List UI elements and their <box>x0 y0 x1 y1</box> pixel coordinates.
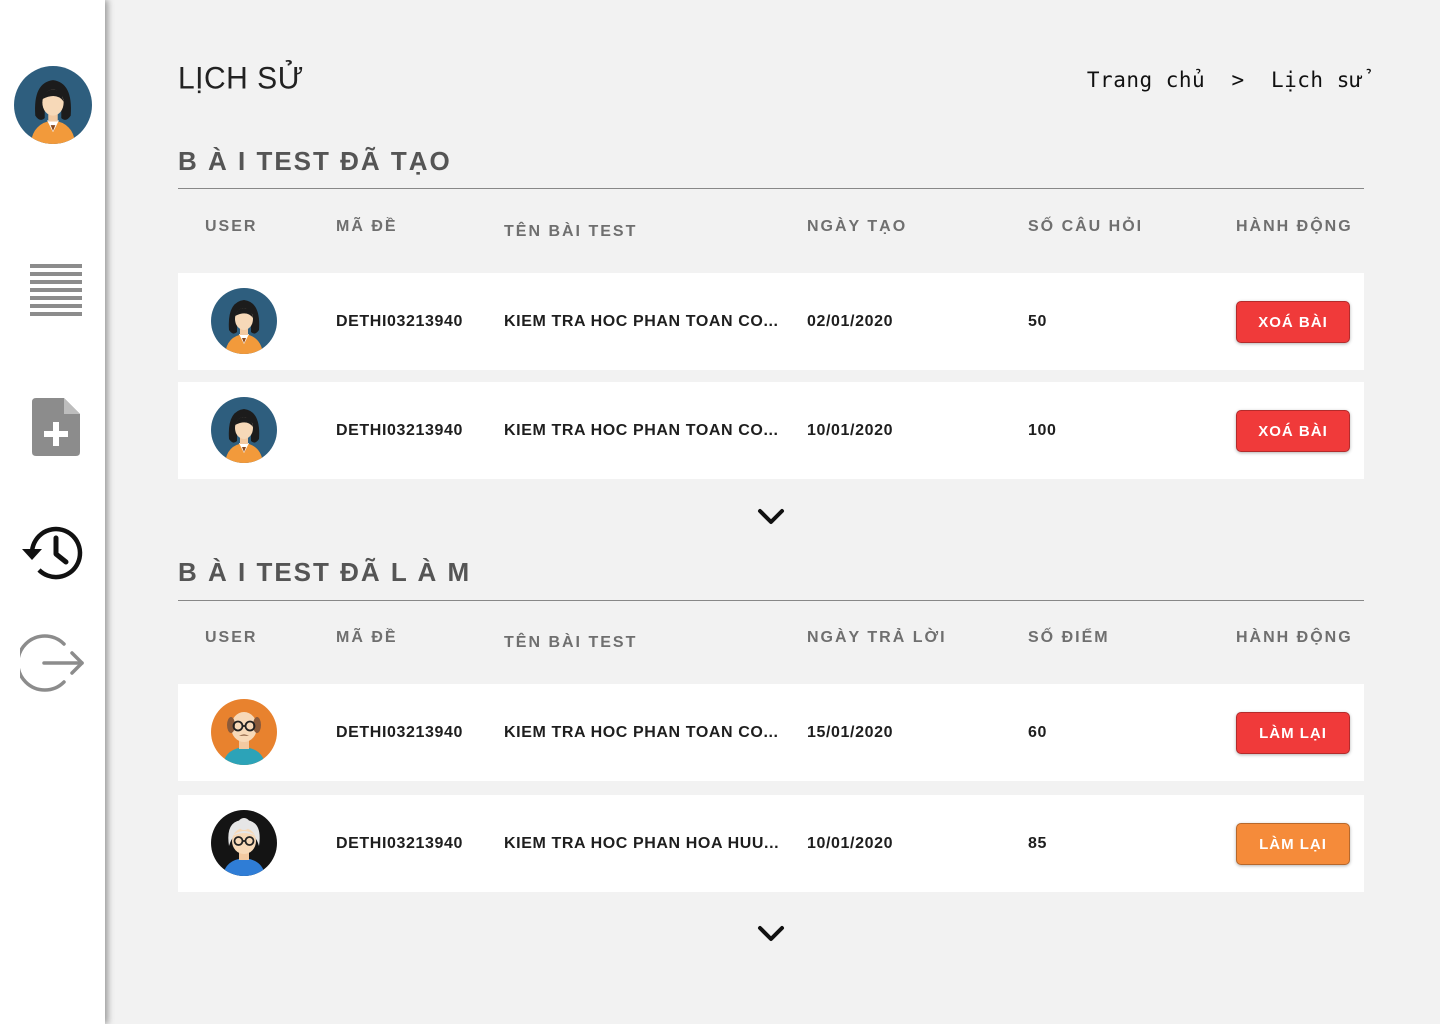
table-row: DETHI03213940 KIEM TRA HOC PHAN TOAN CO.… <box>178 684 1364 781</box>
section-divider <box>178 188 1364 189</box>
column-header-name: TÊN BÀI TEST <box>504 634 638 651</box>
test-code: DETHI03213940 <box>336 724 463 741</box>
answer-date: 10/01/2020 <box>807 835 894 852</box>
retake-test-button[interactable]: LÀM LẠI <box>1236 712 1350 754</box>
column-header-answer-date: NGÀY TRẢ LỜI <box>807 629 947 646</box>
created-tests-title: B À I TEST ĐÃ TẠO <box>178 146 452 176</box>
created-date: 02/01/2020 <box>807 313 894 330</box>
answer-date: 15/01/2020 <box>807 724 894 741</box>
test-code: DETHI03213940 <box>336 422 463 439</box>
test-code: DETHI03213940 <box>336 313 463 330</box>
test-name: KIEM TRA HOC PHAN TOAN CO... <box>504 313 779 330</box>
score: 85 <box>1028 835 1047 852</box>
column-header-code: MÃ ĐỀ <box>336 629 398 646</box>
logout-icon[interactable] <box>20 632 86 694</box>
user-avatar <box>211 288 277 354</box>
test-name: KIEM TRA HOC PHAN HOA HUU... <box>504 835 780 852</box>
user-avatar[interactable] <box>14 66 92 144</box>
score: 60 <box>1028 724 1047 741</box>
column-header-user: USER <box>205 629 258 646</box>
test-name: KIEM TRA HOC PHAN TOAN CO... <box>504 724 779 741</box>
test-code: DETHI03213940 <box>336 835 463 852</box>
column-header-score: SỐ ĐIỂM <box>1028 629 1110 646</box>
table-row: DETHI03213940 KIEM TRA HOC PHAN TOAN CO.… <box>178 382 1364 479</box>
chevron-down-icon[interactable] <box>757 508 785 526</box>
column-header-code: MÃ ĐỀ <box>336 218 398 235</box>
question-count: 50 <box>1028 313 1047 330</box>
delete-test-button[interactable]: XOÁ BÀI <box>1236 301 1350 343</box>
column-header-user: USER <box>205 218 258 235</box>
created-date: 10/01/2020 <box>807 422 894 439</box>
column-header-name: TÊN BÀI TEST <box>504 223 638 240</box>
page-title: LỊCH SỬ <box>178 61 304 96</box>
question-count: 100 <box>1028 422 1057 439</box>
user-avatar <box>211 397 277 463</box>
table-row: DETHI03213940 KIEM TRA HOC PHAN HOA HUU.… <box>178 795 1364 892</box>
breadcrumb-home[interactable]: Trang chủ <box>1087 68 1205 92</box>
history-icon[interactable] <box>20 522 84 584</box>
column-header-created-date: NGÀY TẠO <box>807 218 908 235</box>
test-name: KIEM TRA HOC PHAN TOAN CO... <box>504 422 779 439</box>
table-row: DETHI03213940 KIEM TRA HOC PHAN TOAN CO.… <box>178 273 1364 370</box>
breadcrumb: Trang chủ > Lịch sử <box>1087 68 1363 92</box>
sidebar <box>0 0 105 1024</box>
breadcrumb-current: Lịch sử <box>1270 68 1363 92</box>
chevron-down-icon[interactable] <box>757 925 785 943</box>
breadcrumb-separator: > <box>1231 68 1245 92</box>
retake-test-button[interactable]: LÀM LẠI <box>1236 823 1350 865</box>
taken-tests-title: B À I TEST ĐÃ L À M <box>178 557 472 587</box>
new-document-icon[interactable] <box>30 396 82 458</box>
column-header-action: HÀNH ĐỘNG <box>1236 218 1353 235</box>
column-header-question-count: SỐ CÂU HỎI <box>1028 218 1144 235</box>
column-header-action: HÀNH ĐỘNG <box>1236 629 1353 646</box>
section-divider <box>178 600 1364 601</box>
list-icon[interactable] <box>28 262 84 318</box>
delete-test-button[interactable]: XOÁ BÀI <box>1236 410 1350 452</box>
user-avatar <box>211 810 277 876</box>
user-avatar <box>211 699 277 765</box>
